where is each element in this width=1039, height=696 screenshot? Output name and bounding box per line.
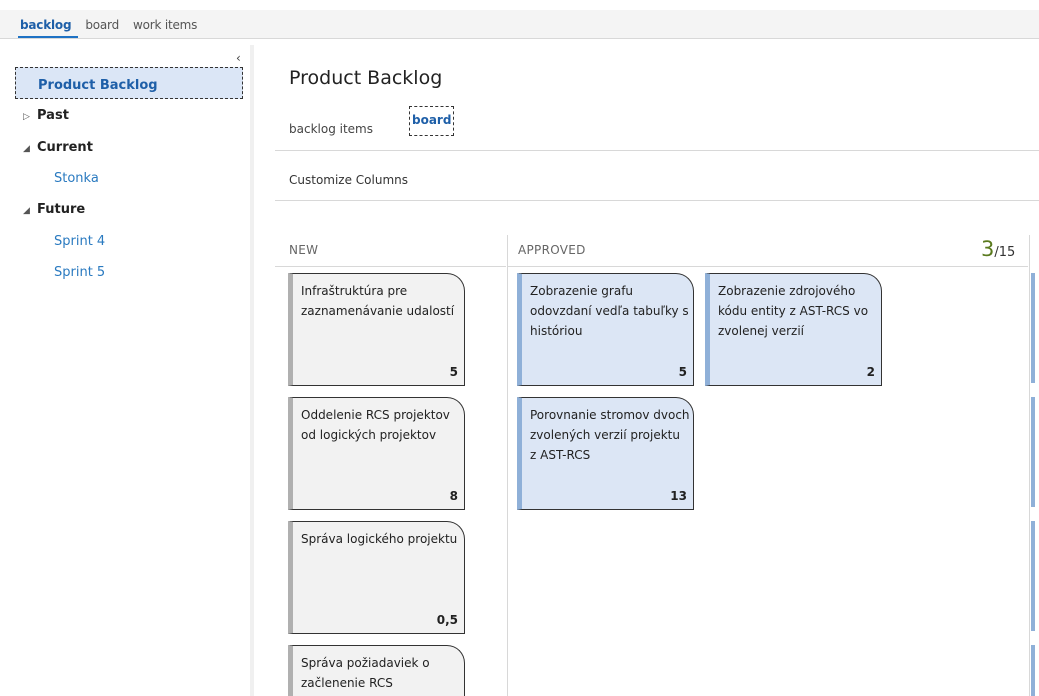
top-navigation: backlog board work items [0, 0, 1039, 45]
tab-board[interactable]: board [409, 106, 455, 136]
nav-divider [0, 38, 1039, 39]
card-estimate: 13 [670, 489, 687, 503]
card-edge [1031, 521, 1035, 631]
column-header-new: NEW [289, 243, 319, 257]
collapse-triangle-icon[interactable]: ◢ [23, 206, 37, 216]
toolbar-divider [275, 200, 1039, 201]
sidebar-splitter[interactable] [250, 45, 254, 696]
sidebar-item-sprint-4[interactable]: Sprint 4 [54, 234, 105, 249]
work-item-card[interactable]: Správa požiadaviek o začlenenie RCS [288, 645, 465, 696]
wip-limit: /15 [994, 245, 1016, 260]
sidebar-item-stonka[interactable]: Stonka [54, 171, 99, 186]
sidebar-item-future[interactable]: ◢ Future [23, 202, 85, 217]
sidebar-item-past[interactable]: ▷ Past [23, 108, 69, 123]
work-item-card[interactable]: Infraštruktúra pre zaznamenávanie udalos… [288, 273, 465, 386]
card-title: Oddelenie RCS projektov od logických pro… [301, 408, 450, 442]
card-estimate: 0,5 [436, 613, 458, 627]
wip-current-count: 3 [981, 237, 995, 261]
tab-divider [275, 150, 1039, 151]
page-title: Product Backlog [289, 67, 443, 89]
card-edge [1031, 397, 1035, 507]
card-estimate: 2 [866, 365, 875, 379]
main-content: Product Backlog backlog items board Cust… [258, 45, 1039, 696]
collapse-chevron-icon[interactable]: ‹ [236, 51, 241, 65]
tab-backlog-items[interactable]: backlog items [289, 122, 373, 136]
card-title: Zobrazenie zdrojového kódu entity z AST-… [718, 284, 869, 338]
card-title: Správa požiadaviek o začlenenie RCS [301, 656, 430, 690]
sidebar: ‹ Product Backlog ▷ Past ◢ Current Stonka … [0, 45, 254, 696]
nav-board[interactable]: board [85, 18, 119, 32]
top-nav-links: backlog board work items [20, 18, 211, 32]
work-item-card[interactable]: Zobrazenie grafu odovzdaní vedľa tabuľky… [517, 273, 694, 386]
work-item-card[interactable]: Správa logického projektu 0,5 [288, 521, 465, 634]
sidebar-item-label: Current [37, 140, 93, 155]
next-column-edge [1031, 267, 1039, 696]
sidebar-item-label: Future [37, 202, 86, 217]
card-title: Porovnanie stromov dvoch zvolených verzi… [530, 408, 690, 462]
nav-work-items[interactable]: work items [133, 18, 197, 32]
expand-triangle-icon[interactable]: ▷ [23, 112, 37, 122]
collapse-triangle-icon[interactable]: ◢ [23, 144, 37, 154]
card-title: Správa logického projektu [301, 532, 458, 546]
card-edge [1031, 273, 1035, 383]
column-header-approved: APPROVED [518, 243, 586, 257]
work-item-card[interactable]: Oddelenie RCS projektov od logických pro… [288, 397, 465, 510]
sidebar-item-current[interactable]: ◢ Current [23, 140, 93, 155]
card-title: Infraštruktúra pre zaznamenávanie udalos… [301, 284, 455, 318]
column-header-rule [275, 266, 506, 267]
column-header-rule [508, 266, 1028, 267]
column-divider [1029, 235, 1030, 696]
card-estimate: 5 [449, 365, 458, 379]
card-estimate: 5 [678, 365, 687, 379]
card-estimate: 8 [449, 489, 458, 503]
wip-limit-indicator: 3/15 [981, 237, 1015, 261]
sidebar-item-label-product-backlog: Product Backlog [38, 78, 158, 93]
work-item-card[interactable]: Zobrazenie zdrojového kódu entity z AST-… [705, 273, 882, 386]
column-divider [507, 235, 508, 696]
nav-backlog[interactable]: backlog [20, 18, 72, 32]
sidebar-item-label: Past [37, 108, 69, 123]
work-item-card[interactable]: Porovnanie stromov dvoch zvolených verzi… [517, 397, 694, 510]
card-title: Zobrazenie grafu odovzdaní vedľa tabuľky… [530, 284, 689, 338]
sidebar-item-sprint-5[interactable]: Sprint 5 [54, 265, 105, 280]
customize-columns-button[interactable]: Customize Columns [289, 173, 408, 187]
card-edge [1031, 645, 1035, 696]
